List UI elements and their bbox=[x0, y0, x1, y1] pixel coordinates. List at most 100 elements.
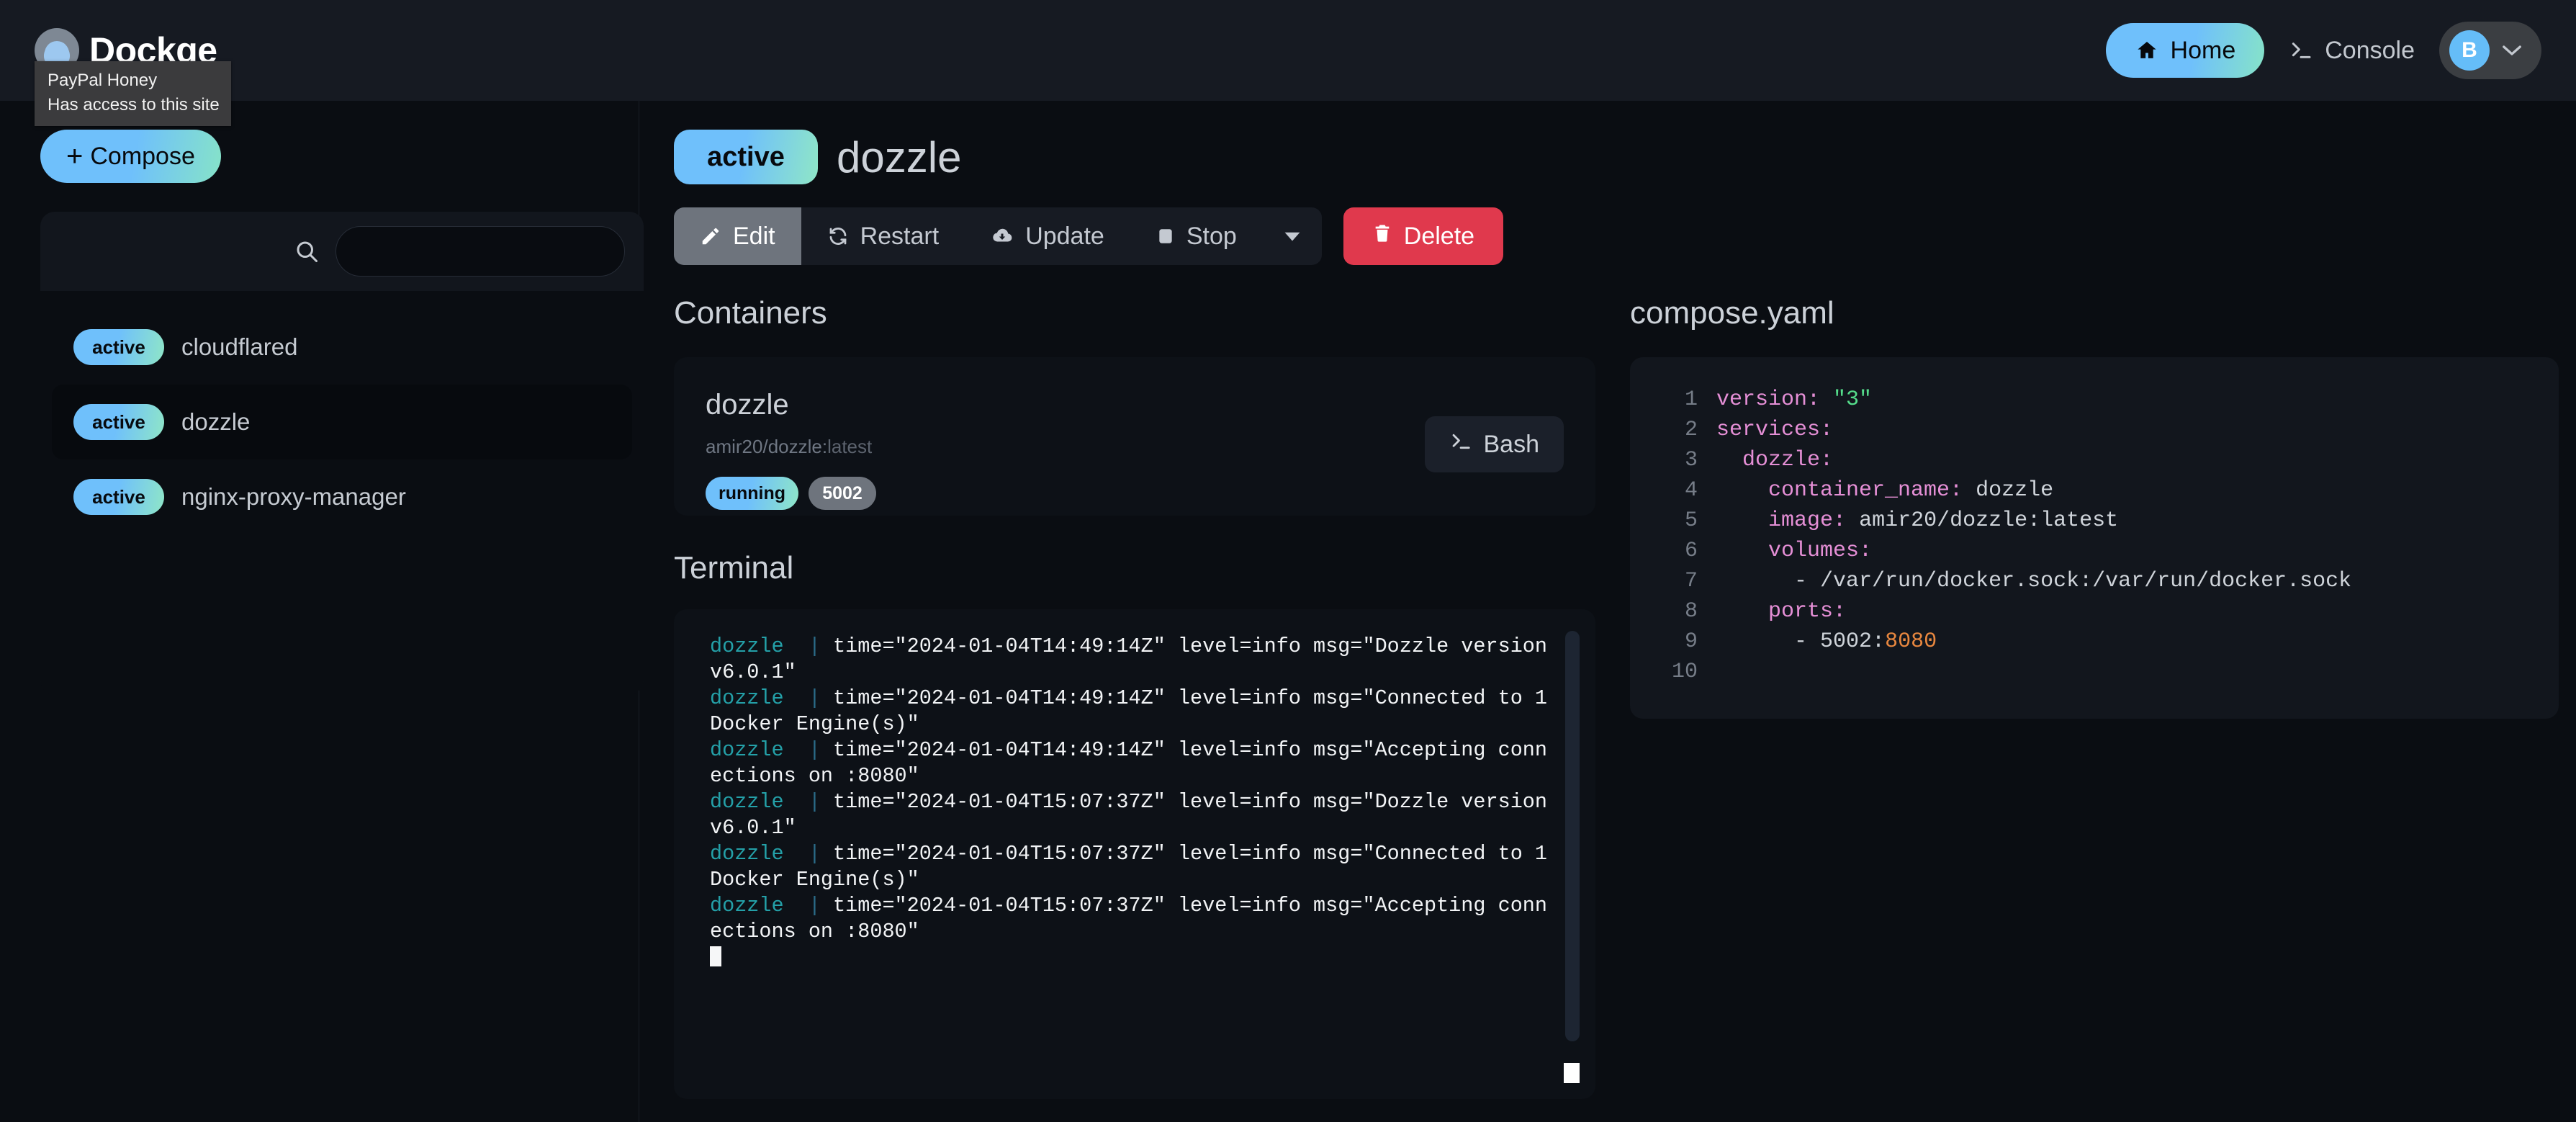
code-port: 8080 bbox=[1885, 629, 1937, 654]
refresh-icon bbox=[827, 225, 849, 247]
restart-button-label: Restart bbox=[860, 222, 940, 250]
home-button[interactable]: Home bbox=[2105, 23, 2265, 78]
search-input[interactable] bbox=[335, 226, 625, 277]
terminal-scrollbar[interactable] bbox=[1565, 631, 1580, 1041]
cloud-download-icon bbox=[991, 225, 1014, 247]
terminal-line-service: dozzle bbox=[710, 842, 784, 866]
edit-button[interactable]: Edit bbox=[674, 207, 801, 265]
more-actions-button[interactable] bbox=[1263, 207, 1322, 265]
sidebar-item-nginx-proxy-manager[interactable]: active nginx-proxy-manager bbox=[52, 459, 632, 534]
terminal-line-text: time="2024-01-04T14:49:14Z" level=info m… bbox=[710, 634, 1560, 684]
page-title: dozzle bbox=[837, 133, 962, 181]
plus-icon: + bbox=[66, 140, 84, 172]
code-value: dozzle bbox=[1976, 478, 2054, 503]
code-key: services: bbox=[1716, 418, 1834, 442]
code-line: 5 image: amir20/dozzle:latest bbox=[1659, 506, 2530, 536]
update-button[interactable]: Update bbox=[965, 207, 1130, 265]
terminal-line-service: dozzle bbox=[710, 894, 784, 917]
code-key: version: bbox=[1716, 387, 1821, 412]
search-row bbox=[40, 212, 644, 291]
code-line: 6 volumes: bbox=[1659, 536, 2530, 566]
stop-button[interactable]: Stop bbox=[1130, 207, 1263, 265]
sidebar-item-cloudflared[interactable]: active cloudflared bbox=[52, 310, 632, 385]
terminal-heading: Terminal bbox=[674, 550, 794, 585]
line-number: 6 bbox=[1684, 539, 1698, 563]
code-key: dozzle: bbox=[1742, 448, 1834, 472]
list-item-label: dozzle bbox=[181, 408, 251, 435]
line-number: 10 bbox=[1671, 660, 1698, 684]
bash-button[interactable]: Bash bbox=[1424, 416, 1564, 472]
app-header: Dockge PayPal Honey Has access to this s… bbox=[0, 0, 2576, 127]
code-value: - /var/run/docker.sock:/var/run/docker.s… bbox=[1794, 569, 2352, 593]
update-button-label: Update bbox=[1025, 222, 1104, 250]
bash-button-label: Bash bbox=[1483, 430, 1540, 458]
container-card: dozzle amir20/dozzle:latest running 5002… bbox=[674, 357, 1595, 516]
container-state-badge: running bbox=[706, 477, 799, 510]
page-header: active dozzle bbox=[674, 130, 2576, 184]
code-line: 2 services: bbox=[1659, 415, 2530, 445]
status-badge: active bbox=[73, 404, 164, 440]
extension-tooltip: PayPal Honey Has access to this site bbox=[35, 61, 231, 127]
code-key: image: bbox=[1768, 508, 1847, 533]
terminal-resize-handle[interactable] bbox=[1564, 1063, 1580, 1083]
terminal-line: dozzle | time="2024-01-04T15:07:37Z" lev… bbox=[710, 842, 1560, 892]
code-key: container_name: bbox=[1768, 478, 1963, 503]
terminal-line-service: dozzle bbox=[710, 738, 784, 762]
list-item-label: cloudflared bbox=[181, 333, 298, 360]
code-line: 3 dozzle: bbox=[1659, 445, 2530, 475]
user-menu[interactable]: B bbox=[2439, 22, 2541, 79]
line-number: 7 bbox=[1684, 569, 1698, 593]
tooltip-subtitle: Has access to this site bbox=[48, 95, 220, 115]
code-value: amir20/dozzle:latest bbox=[1859, 508, 2119, 533]
terminal-line: dozzle | time="2024-01-04T14:49:14Z" lev… bbox=[710, 686, 1560, 736]
code-line: 8 ports: bbox=[1659, 596, 2530, 627]
containers-heading: Containers bbox=[674, 295, 827, 331]
delete-button-label: Delete bbox=[1403, 222, 1475, 250]
code-key: volumes: bbox=[1768, 539, 1873, 563]
container-image-repo: amir20/dozzle: bbox=[706, 436, 828, 457]
compose-button[interactable]: + Compose bbox=[40, 130, 221, 183]
terminal-line-service: dozzle bbox=[710, 790, 784, 814]
search-icon bbox=[294, 238, 320, 264]
text-cursor bbox=[710, 946, 721, 966]
container-image-tag: latest bbox=[827, 436, 873, 457]
terminal-line-text: time="2024-01-04T14:49:14Z" level=info m… bbox=[710, 686, 1560, 736]
home-icon bbox=[2135, 39, 2159, 62]
right-column: compose.yaml 1 version: "3" 2 services: … bbox=[1630, 295, 2559, 1099]
terminal-line-text: time="2024-01-04T14:49:14Z" level=info m… bbox=[710, 738, 1548, 788]
terminal-line: dozzle | time="2024-01-04T14:49:14Z" lev… bbox=[710, 634, 1560, 684]
terminal-output[interactable]: dozzle | time="2024-01-04T14:49:14Z" lev… bbox=[674, 609, 1595, 1099]
sidebar-item-dozzle[interactable]: active dozzle bbox=[52, 385, 632, 459]
console-link[interactable]: Console bbox=[2289, 37, 2415, 65]
edit-button-label: Edit bbox=[733, 222, 775, 250]
container-badges: running 5002 bbox=[706, 477, 1564, 510]
code-string: "3" bbox=[1833, 387, 1873, 412]
trash-icon bbox=[1372, 223, 1392, 251]
status-badge: active bbox=[73, 329, 164, 365]
compose-button-label: Compose bbox=[90, 142, 195, 170]
delete-button[interactable]: Delete bbox=[1343, 207, 1504, 265]
compose-heading: compose.yaml bbox=[1630, 295, 1834, 331]
line-number: 5 bbox=[1684, 508, 1698, 533]
stack-list-panel: active cloudflared active dozzle active … bbox=[40, 212, 644, 694]
terminal-prompt-icon bbox=[1449, 431, 1472, 459]
avatar: B bbox=[2449, 30, 2490, 71]
caret-down-icon bbox=[1283, 230, 1302, 243]
container-port-badge: 5002 bbox=[809, 477, 877, 510]
line-number: 1 bbox=[1684, 387, 1698, 412]
status-badge: active bbox=[674, 130, 818, 184]
tooltip-title: PayPal Honey bbox=[48, 71, 158, 90]
terminal-line-text: time="2024-01-04T15:07:37Z" level=info m… bbox=[710, 842, 1560, 892]
restart-button[interactable]: Restart bbox=[801, 207, 965, 265]
sidebar: + Compose active cloudflared active dozz… bbox=[0, 101, 644, 1122]
line-number: 9 bbox=[1684, 629, 1698, 654]
action-button-group: Edit Restart Update Stop bbox=[674, 207, 1322, 265]
brand[interactable]: Dockge PayPal Honey Has access to this s… bbox=[35, 28, 231, 127]
home-button-label: Home bbox=[2170, 36, 2236, 64]
stop-square-icon bbox=[1156, 226, 1175, 246]
code-line: 10 bbox=[1659, 657, 2530, 687]
list-item-label: nginx-proxy-manager bbox=[181, 483, 406, 510]
terminal-line-service: dozzle bbox=[710, 686, 784, 710]
terminal-line: dozzle | time="2024-01-04T15:07:37Z" lev… bbox=[710, 790, 1560, 840]
compose-editor[interactable]: 1 version: "3" 2 services: 3 dozzle: 4 c… bbox=[1630, 357, 2559, 719]
